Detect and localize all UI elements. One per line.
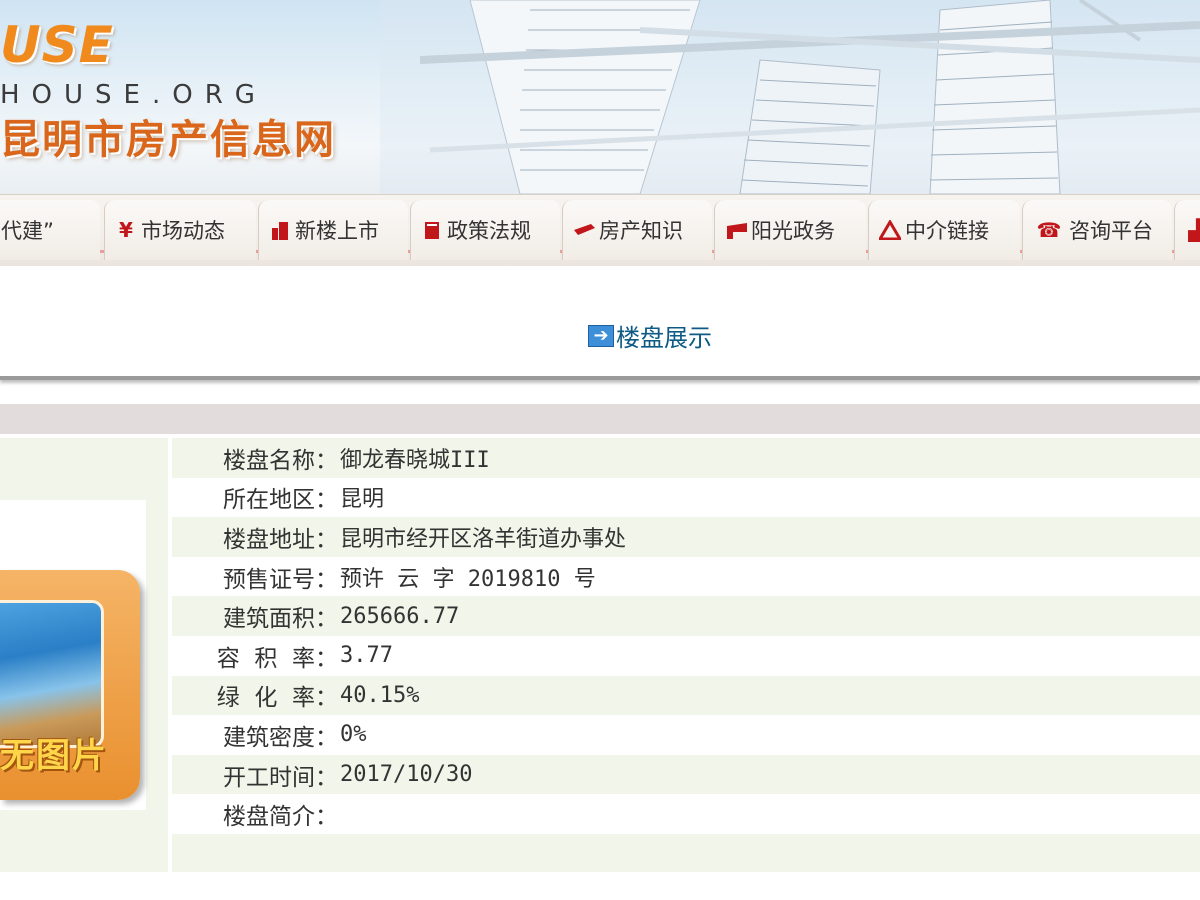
detail-row-plot-ratio: 容 积 率： 3.77 xyxy=(172,636,1200,676)
beach-image-icon xyxy=(0,600,104,748)
section-divider-band xyxy=(0,404,1200,434)
detail-row-floor-area: 建筑面积： 265666.77 xyxy=(172,596,1200,636)
section-title: ➔ 楼盘展示 xyxy=(588,318,712,353)
detail-value: 御龙春晓城III xyxy=(340,447,490,473)
nav-item-agency-links[interactable]: 中介链接 xyxy=(868,200,1020,260)
building-icon xyxy=(269,219,291,241)
logo-domain: HOUSE.ORG xyxy=(0,80,267,110)
section-title-text: 楼盘展示 xyxy=(616,324,712,352)
no-image-placeholder: 无图片 xyxy=(0,570,140,800)
header-banner: USE HOUSE.ORG 昆明市房产信息网 xyxy=(0,0,1200,194)
detail-label: 容 积 率： xyxy=(216,645,338,672)
detail-value: 昆明市经开区洛羊街道办事处 xyxy=(340,526,627,552)
detail-label: 建筑密度： xyxy=(223,724,338,751)
triangle-icon xyxy=(879,219,901,241)
detail-label: 所在地区： xyxy=(223,487,338,514)
no-image-text: 无图片 xyxy=(0,736,108,776)
arrow-right-icon: ➔ xyxy=(588,324,614,347)
detail-row-building-density: 建筑密度： 0% xyxy=(172,715,1200,755)
pen-icon xyxy=(573,219,595,241)
detail-row-address: 楼盘地址： 昆明市经开区洛羊街道办事处 xyxy=(172,517,1200,557)
flag-icon xyxy=(725,219,747,241)
details-footer-band xyxy=(172,834,1200,872)
detail-row-region: 所在地区： 昆明 xyxy=(172,478,1200,518)
detail-value: 昆明 xyxy=(340,487,385,513)
detail-value: 40.15% xyxy=(340,682,420,708)
detail-label: 楼盘地址： xyxy=(223,526,338,553)
detail-row-presale-permit: 预售证号： 预许 云 字 2019810 号 xyxy=(172,557,1200,597)
nav-item-government[interactable]: 阳光政务 xyxy=(714,200,866,260)
detail-label: 楼盘简介： xyxy=(223,804,338,831)
detail-label: 楼盘名称： xyxy=(223,447,338,474)
nav-cutoff-icon: ▟ xyxy=(1188,218,1200,242)
nav-item-market-news[interactable]: ¥ 市场动态 xyxy=(104,200,256,260)
nav-item-label: 中介链接 xyxy=(905,219,989,243)
nav-item-policy[interactable]: 政策法规 xyxy=(410,200,560,260)
book-icon xyxy=(421,219,443,241)
nav-item-label: 阳光政务 xyxy=(751,219,835,243)
nav-item-label: 新楼上市 xyxy=(295,219,379,243)
detail-value: 0% xyxy=(340,722,367,748)
detail-value: 265666.77 xyxy=(340,603,460,629)
detail-value: 3.77 xyxy=(340,643,393,669)
nav-item-label: 咨询平台 xyxy=(1069,219,1153,243)
logo-mark: USE xyxy=(0,16,114,74)
detail-value: 预许 云 字 2019810 号 xyxy=(340,566,596,592)
property-details-table: 楼盘名称： 御龙春晓城III 所在地区： 昆明 楼盘地址： 昆明市经开区洛羊街道… xyxy=(172,438,1200,834)
nav-item-more[interactable]: ▟ xyxy=(1174,200,1200,260)
detail-row-green-ratio: 绿 化 率： 40.15% xyxy=(172,675,1200,716)
site-title: 昆明市房产信息网 xyxy=(0,117,336,163)
nav-item-label: 房产知识 xyxy=(599,219,683,243)
nav-item-consulting[interactable]: ☎ 咨询平台 xyxy=(1022,200,1172,260)
phone-icon: ☎ xyxy=(1036,218,1062,242)
nav-item-label: 市场动态 xyxy=(141,219,225,243)
detail-row-name: 楼盘名称： 御龙春晓城III xyxy=(172,438,1200,478)
detail-label: 预售证号： xyxy=(223,566,338,593)
nav-item-knowledge[interactable]: 房产知识 xyxy=(562,200,712,260)
nav-item-label: 代建” xyxy=(1,219,54,243)
detail-row-start-date: 开工时间： 2017/10/30 xyxy=(172,754,1200,795)
detail-value: 2017/10/30 xyxy=(340,762,473,788)
detail-label: 绿 化 率： xyxy=(216,685,338,712)
nav-item-label: 政策法规 xyxy=(447,219,531,243)
detail-row-description: 楼盘简介： xyxy=(172,794,1200,834)
yen-icon: ¥ xyxy=(119,218,133,242)
detail-label: 开工时间： xyxy=(223,764,338,791)
nav-item-new-listings[interactable]: 新楼上市 xyxy=(258,200,408,260)
detail-label: 建筑面积： xyxy=(223,606,338,633)
nav-item-daijian[interactable]: 代建” xyxy=(0,200,100,260)
